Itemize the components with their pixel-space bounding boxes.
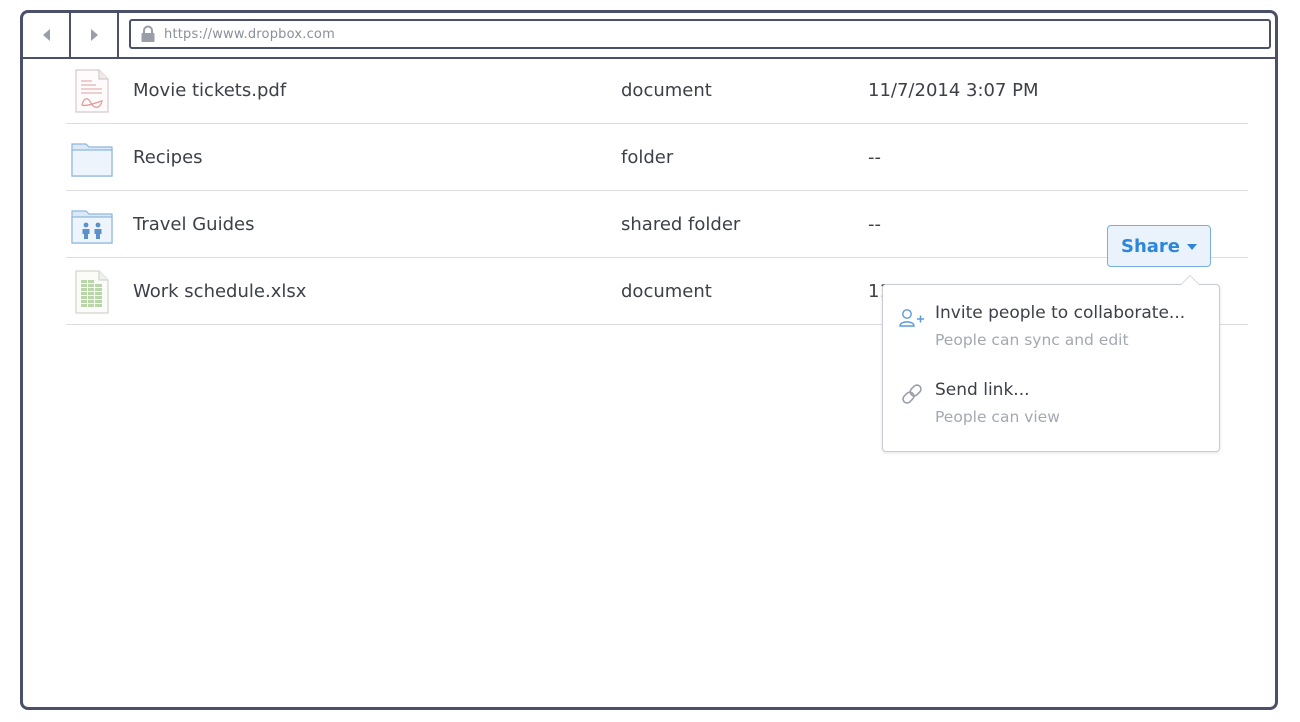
menu-item-title: Invite people to collaborate... — [935, 303, 1186, 323]
share-button-label: Share — [1120, 235, 1180, 257]
caret-down-icon — [1187, 244, 1197, 250]
file-kind: document — [621, 281, 712, 302]
share-dropdown-menu: Invite people to collaborate... People c… — [882, 275, 1220, 452]
url-text: https://www.dropbox.com — [164, 26, 335, 42]
menu-item-send-link[interactable]: Send link... People can view — [883, 374, 1219, 446]
back-button[interactable] — [23, 13, 71, 57]
menu-item-invite-people[interactable]: Invite people to collaborate... People c… — [883, 297, 1219, 369]
file-row[interactable]: Travel Guides shared folder -- — [66, 191, 1248, 258]
forward-arrow-icon — [90, 29, 98, 41]
file-modified: -- — [868, 214, 881, 235]
link-icon — [898, 382, 926, 406]
file-name[interactable]: Movie tickets.pdf — [133, 57, 286, 124]
file-name[interactable]: Recipes — [133, 124, 203, 191]
menu-item-subtitle: People can view — [935, 408, 1060, 426]
file-kind: document — [621, 80, 712, 101]
browser-toolbar: https://www.dropbox.com — [23, 13, 1275, 59]
folder-icon — [70, 136, 114, 180]
file-row[interactable]: Movie tickets.pdf document 11/7/2014 3:0… — [66, 57, 1248, 124]
file-name[interactable]: Travel Guides — [133, 191, 254, 258]
add-person-icon — [898, 305, 926, 329]
pdf-file-icon — [70, 69, 114, 113]
file-row[interactable]: Recipes folder -- — [66, 124, 1248, 191]
share-button[interactable]: Share — [1107, 225, 1211, 267]
address-bar[interactable]: https://www.dropbox.com — [129, 19, 1271, 49]
lock-icon — [139, 25, 157, 43]
shared-folder-icon — [70, 203, 114, 247]
menu-item-subtitle: People can sync and edit — [935, 331, 1129, 349]
file-name[interactable]: Work schedule.xlsx — [133, 258, 306, 325]
back-arrow-icon — [42, 29, 50, 41]
file-modified: -- — [868, 147, 881, 168]
file-kind: shared folder — [621, 214, 741, 235]
spreadsheet-file-icon — [70, 270, 114, 314]
file-modified: 11/7/2014 3:07 PM — [868, 80, 1039, 101]
menu-item-title: Send link... — [935, 380, 1030, 400]
file-kind: folder — [621, 147, 674, 168]
forward-button[interactable] — [71, 13, 119, 57]
